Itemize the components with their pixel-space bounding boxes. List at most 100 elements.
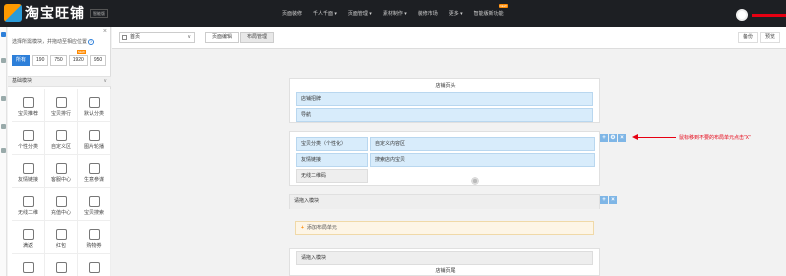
module-label: 充值中心 [50,210,71,216]
delete-icon[interactable]: × [618,134,626,142]
width-filter-3[interactable]: 1920 NEW [68,50,88,66]
section-title: 基础模块 [12,78,33,84]
help-icon[interactable]: ? [88,39,95,45]
add-layout-unit-button[interactable]: + 添加布局单元 [295,221,594,235]
backup-button[interactable]: 备份 [737,32,758,43]
module-item[interactable]: 宝贝搜索 [78,188,111,221]
topnav-item-0[interactable]: 页面装修 [282,10,302,17]
module-item[interactable] [45,254,78,276]
width-filter-0[interactable]: 所有 [12,55,31,66]
module-item[interactable] [78,254,111,276]
loading-icon [470,176,480,186]
module-item[interactable]: 购物券 [78,221,111,254]
module-friend-link[interactable]: 友情链接 [296,153,368,167]
module-item[interactable]: 宝贝排行 [45,89,78,122]
module-item[interactable]: 个性分类 [12,122,45,155]
unit-controls-middle: + ⚙ × [600,134,627,142]
strip-item-modules[interactable] [0,31,7,45]
strip-item-2[interactable] [0,57,7,71]
module-item[interactable]: 友情链接 [12,155,45,188]
module-item[interactable]: 充值中心 [45,188,78,221]
page-select[interactable]: 首页 ∨ [119,32,195,43]
module-qrcode[interactable]: 无线二维码 [296,169,368,183]
topnav-label: 更多 ▾ [448,11,463,17]
compass-icon [88,163,100,174]
tab-page-edit[interactable]: 页面编辑 [205,32,240,43]
module-item[interactable]: 客服中心 [45,155,78,188]
layout-canvas: 店铺页头 店铺招牌 导航 宝贝分类（个性化） 友情链接 无线二维码 自定义内容区… [289,78,600,276]
module-label: 宝贝排行 [50,111,71,117]
grid-icon [22,229,34,240]
module-item[interactable] [12,254,45,276]
module-label: 个性分类 [17,144,38,150]
service-icon [55,163,67,174]
module-shop-search[interactable]: 搜索店内宝贝 [370,153,595,167]
layout-unit-empty[interactable]: 请拖入模块 [289,194,600,209]
brand-tag: 智能版 [90,8,108,18]
list-icon [88,262,100,273]
strip-item-3[interactable] [0,95,7,109]
new-badge: NEW [498,4,508,8]
module-item[interactable]: 红包 [45,221,78,254]
module-item[interactable]: 宝贝推荐 [12,89,45,122]
toolbar-actions: 备份 预览 [736,32,780,43]
page-select-value: 首页 [130,34,141,40]
avatar[interactable] [736,9,748,21]
panel-hint-text: 选择所需模块，并拖动至相应位置 [12,39,88,45]
layout-icon [1,124,6,129]
tab-layout-manage[interactable]: 布局管理 [240,32,275,43]
header-row-signboard[interactable]: 店铺招牌 [296,92,593,106]
brand-logo[interactable]: 淘宝旺铺 智能版 [4,3,108,23]
module-item[interactable]: 满返 [12,221,45,254]
new-badge: NEW [76,50,86,54]
width-filter-label: 1920 [72,57,84,63]
module-label: 红包 [55,243,66,249]
header-row-nav[interactable]: 导航 [296,108,593,122]
strip-item-4[interactable] [0,123,7,137]
unit-controls-empty: + × [600,196,618,204]
topnav-item-2[interactable]: 页面管理 ▾ [348,10,372,17]
add-icon[interactable]: + [600,196,608,204]
width-filter-2[interactable]: 750 [50,55,67,66]
editor-tabs: 页面编辑 布局管理 [205,32,275,43]
module-label: 友情链接 [17,177,38,183]
delete-icon[interactable]: × [609,196,617,204]
width-filter-1[interactable]: 190 [32,55,49,66]
topnav-item-1[interactable]: 千人千面 ▾ [313,10,337,17]
module-item[interactable]: 自定义区 [45,122,78,155]
module-custom-area[interactable]: 自定义内容区 [370,137,595,151]
annotation-text: 鼠标移到不要的布局单元点击“X” [679,135,751,141]
preview-button[interactable]: 预览 [759,32,780,43]
footer-drop-hint: 请拖入模块 [296,251,593,265]
layout-unit-middle[interactable]: 宝贝分类（个性化） 友情链接 无线二维码 自定义内容区 搜索店内宝贝 [289,131,600,186]
topnav-item-3[interactable]: 素材制作 ▾ [383,10,407,17]
top-nav: 页面装修 千人千面 ▾ 页面管理 ▾ 素材制作 ▾ 装修市场 更多 ▾ 智能版新功能 NEW [282,0,515,27]
strip-item-5[interactable] [0,147,7,161]
ranking-icon [55,97,67,108]
section-basic-modules[interactable]: 基础模块 ∨ [8,76,111,87]
topnav-label: 页面管理 ▾ [347,11,372,17]
gear-icon[interactable]: ⚙ [609,134,617,142]
topnav-item-4[interactable]: 装修市场 [418,10,438,17]
search-icon [88,196,100,207]
module-item[interactable]: 生意参谋 [78,155,111,188]
module-category[interactable]: 宝贝分类（个性化） [296,137,368,151]
topnav-item-5[interactable]: 更多 ▾ [449,10,463,17]
topnav-item-6[interactable]: 智能版新功能 NEW [474,4,508,17]
module-item[interactable]: 图片轮播 [78,122,111,155]
module-grid: 宝贝推荐 宝贝排行 默认分类个性分类 自定义区 图片轮播友情链接 客服中心 生意参谋 无线二维… [12,89,111,276]
grid-icon [55,130,67,141]
module-item[interactable]: 默认分类 [78,89,111,122]
topnav-label: 千人千面 ▾ [313,11,337,17]
grid-icon [55,262,67,273]
close-icon[interactable]: × [103,28,107,35]
module-label: 图片轮播 [83,144,104,150]
add-unit-label: 添加布局单元 [306,225,337,231]
bag-icon [22,97,34,108]
module-item[interactable]: 无线二维 [12,188,45,221]
add-icon[interactable]: + [600,134,608,142]
topnav-label: 装修市场 [417,11,438,17]
module-panel: × 选择所需模块，并拖动至相应位置? 所有 190 750 1920 NEW 950 基础… [8,27,111,276]
width-filter-4[interactable]: 950 [89,55,107,66]
brand-name: 淘宝旺铺 [25,5,85,21]
